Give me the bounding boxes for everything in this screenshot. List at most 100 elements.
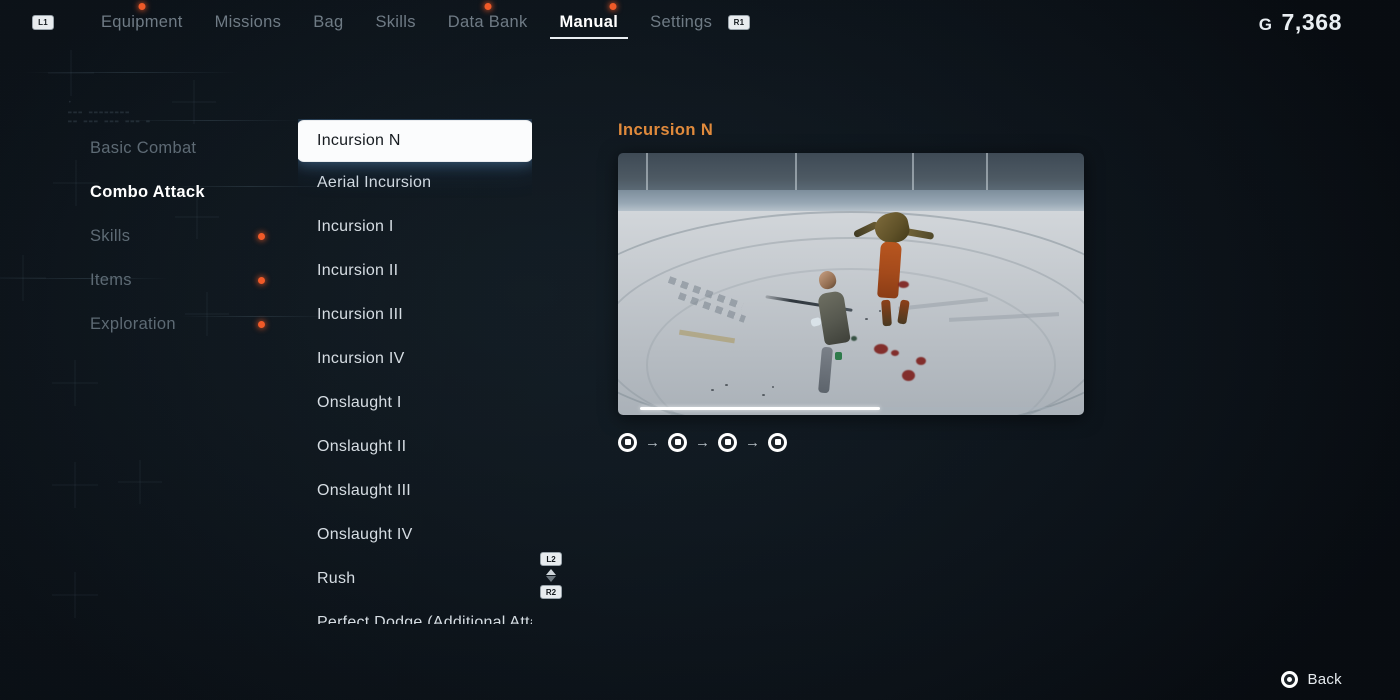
nav-tab-manual[interactable]: Manual <box>544 0 635 44</box>
top-navigation-bar: L1 R1 Equipment Missions Bag Skills Data Ban… <box>0 0 1400 44</box>
move-list-item-label: Onslaught I <box>317 394 402 411</box>
nav-tab-settings[interactable]: Settings <box>634 0 728 44</box>
nav-tab-label: Missions <box>214 12 282 31</box>
move-list-item[interactable]: Rush <box>298 557 532 601</box>
nav-tab-skills[interactable]: Skills <box>359 0 431 44</box>
category-item-label: Skills <box>90 226 131 245</box>
move-list-item-selected[interactable]: Incursion N <box>298 121 532 161</box>
preview-ceiling-rib <box>986 153 989 195</box>
move-list-item[interactable]: Aerial Incursion <box>298 161 532 205</box>
active-tab-underline <box>549 37 629 39</box>
category-item-skills[interactable]: Skills <box>90 214 290 258</box>
decor-crosshair <box>52 462 98 508</box>
move-list-item[interactable]: Incursion IV <box>298 337 532 381</box>
square-glyph <box>674 439 681 445</box>
list-scroll-hint: L2 R2 <box>540 552 562 599</box>
preview-blood-splatter <box>890 349 899 356</box>
square-button-icon <box>768 432 787 452</box>
currency-value: 7,368 <box>1281 9 1342 35</box>
notification-dot-icon <box>258 320 265 328</box>
category-list: Basic Combat Combo Attack Skills Items Explo… <box>90 126 290 346</box>
square-glyph <box>624 439 631 445</box>
decor-line <box>120 120 300 121</box>
decor-line <box>24 72 239 73</box>
category-item-label: Items <box>90 270 132 289</box>
preview-scene <box>618 153 1084 415</box>
decor-crosshair <box>52 360 98 406</box>
decor-crosshair <box>172 80 216 124</box>
bottom-action-bar[interactable]: Back <box>1281 671 1342 688</box>
preview-debris <box>725 383 729 386</box>
trigger-button-l2-icon[interactable]: L2 <box>540 552 562 566</box>
notification-dot-icon <box>258 276 265 284</box>
move-list-item[interactable]: Onslaught II <box>298 425 532 469</box>
game-menu-screen: • ▬▬▬ ▬▬▬▬▬▬▬▬ ▬▬ ▬▬▬ ▬▬▬ ▬▬▬ ▬ L1 R1 Eq… <box>0 0 1400 700</box>
nav-tab-label: Settings <box>650 12 713 31</box>
currency-display: G 7,368 <box>1259 9 1342 36</box>
nav-tab-label: Skills <box>375 12 416 31</box>
detail-panel: Incursion N → → → <box>618 119 1084 455</box>
preview-ceiling-rib <box>795 153 798 195</box>
circle-button-icon <box>1281 671 1299 688</box>
category-item-label: Combo Attack <box>90 182 205 201</box>
notification-dot-icon <box>484 3 492 10</box>
scroll-arrows-icon <box>546 569 556 582</box>
nav-tab-label: Manual <box>559 12 619 31</box>
square-button-icon <box>668 432 687 452</box>
back-button-label: Back <box>1307 671 1342 688</box>
nav-tab-data-bank[interactable]: Data Bank <box>432 0 544 44</box>
decor-micro-text: • <box>68 99 74 106</box>
category-item-basic-combat[interactable]: Basic Combat <box>90 126 290 170</box>
arrow-up-icon <box>546 569 556 575</box>
shoulder-button-l1-icon[interactable]: L1 <box>32 15 54 30</box>
move-list-item-label: Perfect Dodge (Additional Attack) <box>317 614 532 624</box>
combo-input-sequence: → → → <box>618 429 1084 455</box>
preview-player-accent <box>834 352 842 361</box>
move-list-item[interactable]: Incursion II <box>298 249 532 293</box>
move-list-item[interactable]: Incursion I <box>298 205 532 249</box>
move-list-item-label: Incursion I <box>317 218 394 235</box>
square-glyph <box>724 439 731 445</box>
category-item-combo-attack[interactable]: Combo Attack <box>90 170 290 214</box>
preview-debris <box>711 388 715 391</box>
move-list-item-label: Onslaught IV <box>317 526 413 543</box>
square-button-icon <box>718 432 737 452</box>
video-progress-bar[interactable] <box>640 407 1062 410</box>
nav-tab-label: Data Bank <box>447 12 528 31</box>
square-button-icon <box>618 432 637 452</box>
preview-ceiling-rib <box>911 153 914 195</box>
category-item-exploration[interactable]: Exploration <box>90 302 290 346</box>
currency-symbol: G <box>1258 15 1273 34</box>
preview-enemy-body <box>877 241 902 299</box>
move-list-item[interactable]: Onslaught I <box>298 381 532 425</box>
combo-arrow-icon: → <box>645 433 660 451</box>
decor-crosshair <box>48 50 94 96</box>
move-list-item-label: Aerial Incursion <box>317 174 432 191</box>
move-list-item-label: Incursion II <box>317 262 399 279</box>
category-item-items[interactable]: Items <box>90 258 290 302</box>
decor-crosshair <box>52 572 98 618</box>
nav-tab-bag[interactable]: Bag <box>297 0 359 44</box>
combo-arrow-icon: → <box>695 433 710 451</box>
trigger-button-r2-icon[interactable]: R2 <box>540 585 562 599</box>
move-list-item-label: Onslaught III <box>317 482 411 499</box>
nav-tab-list: Equipment Missions Bag Skills Data Bank Manua… <box>85 0 728 44</box>
video-progress-fill <box>640 407 881 410</box>
preview-ceiling <box>618 153 1084 195</box>
combo-arrow-icon: → <box>745 433 760 451</box>
move-list-item[interactable]: Perfect Dodge (Additional Attack) <box>298 601 532 624</box>
move-list-item[interactable]: Incursion III <box>298 293 532 337</box>
move-preview-video[interactable] <box>618 153 1084 415</box>
nav-tab-equipment[interactable]: Equipment <box>85 0 199 44</box>
move-list-item-label: Incursion N <box>317 132 401 149</box>
category-item-label: Basic Combat <box>90 138 197 157</box>
move-list-item-label: Incursion IV <box>317 350 405 367</box>
move-list-item-label: Rush <box>317 570 356 587</box>
shoulder-button-r1-icon[interactable]: R1 <box>728 15 750 30</box>
decor-crosshair <box>118 460 162 504</box>
notification-dot-icon <box>138 3 146 10</box>
move-list[interactable]: Incursion N Aerial Incursion Incursion I In… <box>298 119 532 624</box>
nav-tab-missions[interactable]: Missions <box>199 0 298 44</box>
move-list-item[interactable]: Onslaught III <box>298 469 532 513</box>
move-list-item[interactable]: Onslaught IV <box>298 513 532 557</box>
